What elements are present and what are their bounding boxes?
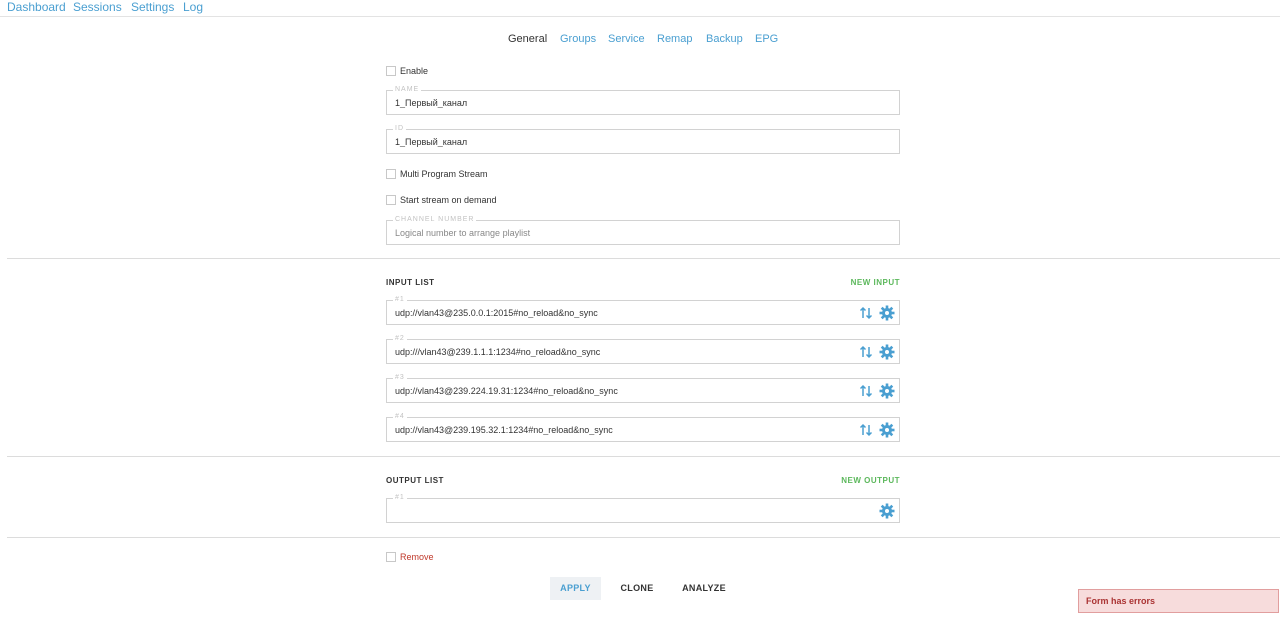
name-field: NAME bbox=[386, 85, 900, 115]
channel-number-field: CHANNEL NUMBER bbox=[386, 215, 900, 245]
mps-checkbox[interactable] bbox=[386, 169, 396, 179]
analyze-button[interactable]: ANALYZE bbox=[676, 577, 732, 600]
nav-sessions[interactable]: Sessions bbox=[73, 0, 122, 14]
input-list-title: INPUT LIST bbox=[386, 278, 435, 287]
input-url-field[interactable] bbox=[395, 301, 835, 324]
error-toast: Form has errors bbox=[1078, 589, 1279, 613]
tab-general[interactable]: General bbox=[508, 33, 547, 45]
apply-button[interactable]: APPLY bbox=[550, 577, 601, 600]
divider bbox=[7, 258, 1280, 259]
divider bbox=[7, 537, 1280, 538]
input-row-3: #3 bbox=[386, 373, 900, 403]
gear-icon[interactable] bbox=[879, 503, 895, 519]
gear-icon[interactable] bbox=[879, 383, 895, 399]
sort-arrows-icon[interactable] bbox=[859, 305, 873, 321]
nav-dashboard[interactable]: Dashboard bbox=[7, 0, 66, 14]
enable-row: Enable bbox=[386, 64, 428, 78]
output-row-1: #1 bbox=[386, 493, 900, 523]
on-demand-row: Start stream on demand bbox=[386, 193, 497, 207]
sort-arrows-icon[interactable] bbox=[859, 344, 873, 360]
gear-icon[interactable] bbox=[879, 422, 895, 438]
nav-log[interactable]: Log bbox=[183, 0, 203, 14]
id-input[interactable] bbox=[395, 130, 835, 153]
gear-icon[interactable] bbox=[879, 305, 895, 321]
top-navigation: Dashboard Sessions Settings Log bbox=[0, 0, 1280, 17]
nav-settings[interactable]: Settings bbox=[131, 0, 174, 14]
divider bbox=[7, 456, 1280, 457]
input-row-2: #2 bbox=[386, 334, 900, 364]
stream-tabs: General Groups Service Remap Backup EPG bbox=[0, 33, 1280, 49]
mps-row: Multi Program Stream bbox=[386, 167, 488, 181]
on-demand-checkbox[interactable] bbox=[386, 195, 396, 205]
sort-arrows-icon[interactable] bbox=[859, 422, 873, 438]
input-url-field[interactable] bbox=[395, 340, 835, 363]
enable-label: Enable bbox=[400, 66, 429, 76]
tab-remap[interactable]: Remap bbox=[657, 33, 692, 45]
input-row-1: #1 bbox=[386, 295, 900, 325]
clone-button[interactable]: CLONE bbox=[612, 577, 662, 600]
id-field: ID bbox=[386, 124, 900, 154]
remove-row: Remove bbox=[386, 550, 434, 564]
name-input[interactable] bbox=[395, 91, 835, 114]
remove-checkbox[interactable] bbox=[386, 552, 396, 562]
new-input-button[interactable]: NEW INPUT bbox=[851, 278, 900, 287]
sort-arrows-icon[interactable] bbox=[859, 383, 873, 399]
enable-checkbox[interactable] bbox=[386, 66, 396, 76]
input-url-field[interactable] bbox=[395, 379, 835, 402]
tab-service[interactable]: Service bbox=[608, 33, 645, 45]
input-row-4: #4 bbox=[386, 412, 900, 442]
output-list-title: OUTPUT LIST bbox=[386, 476, 444, 485]
new-output-button[interactable]: NEW OUTPUT bbox=[841, 476, 900, 485]
channel-number-input[interactable] bbox=[395, 221, 835, 244]
output-url-field[interactable] bbox=[395, 499, 835, 522]
mps-label: Multi Program Stream bbox=[400, 169, 488, 179]
on-demand-label: Start stream on demand bbox=[400, 195, 497, 205]
gear-icon[interactable] bbox=[879, 344, 895, 360]
tab-backup[interactable]: Backup bbox=[706, 33, 743, 45]
tab-epg[interactable]: EPG bbox=[755, 33, 778, 45]
input-url-field[interactable] bbox=[395, 418, 835, 441]
tab-groups[interactable]: Groups bbox=[560, 33, 596, 45]
remove-label: Remove bbox=[400, 552, 434, 562]
